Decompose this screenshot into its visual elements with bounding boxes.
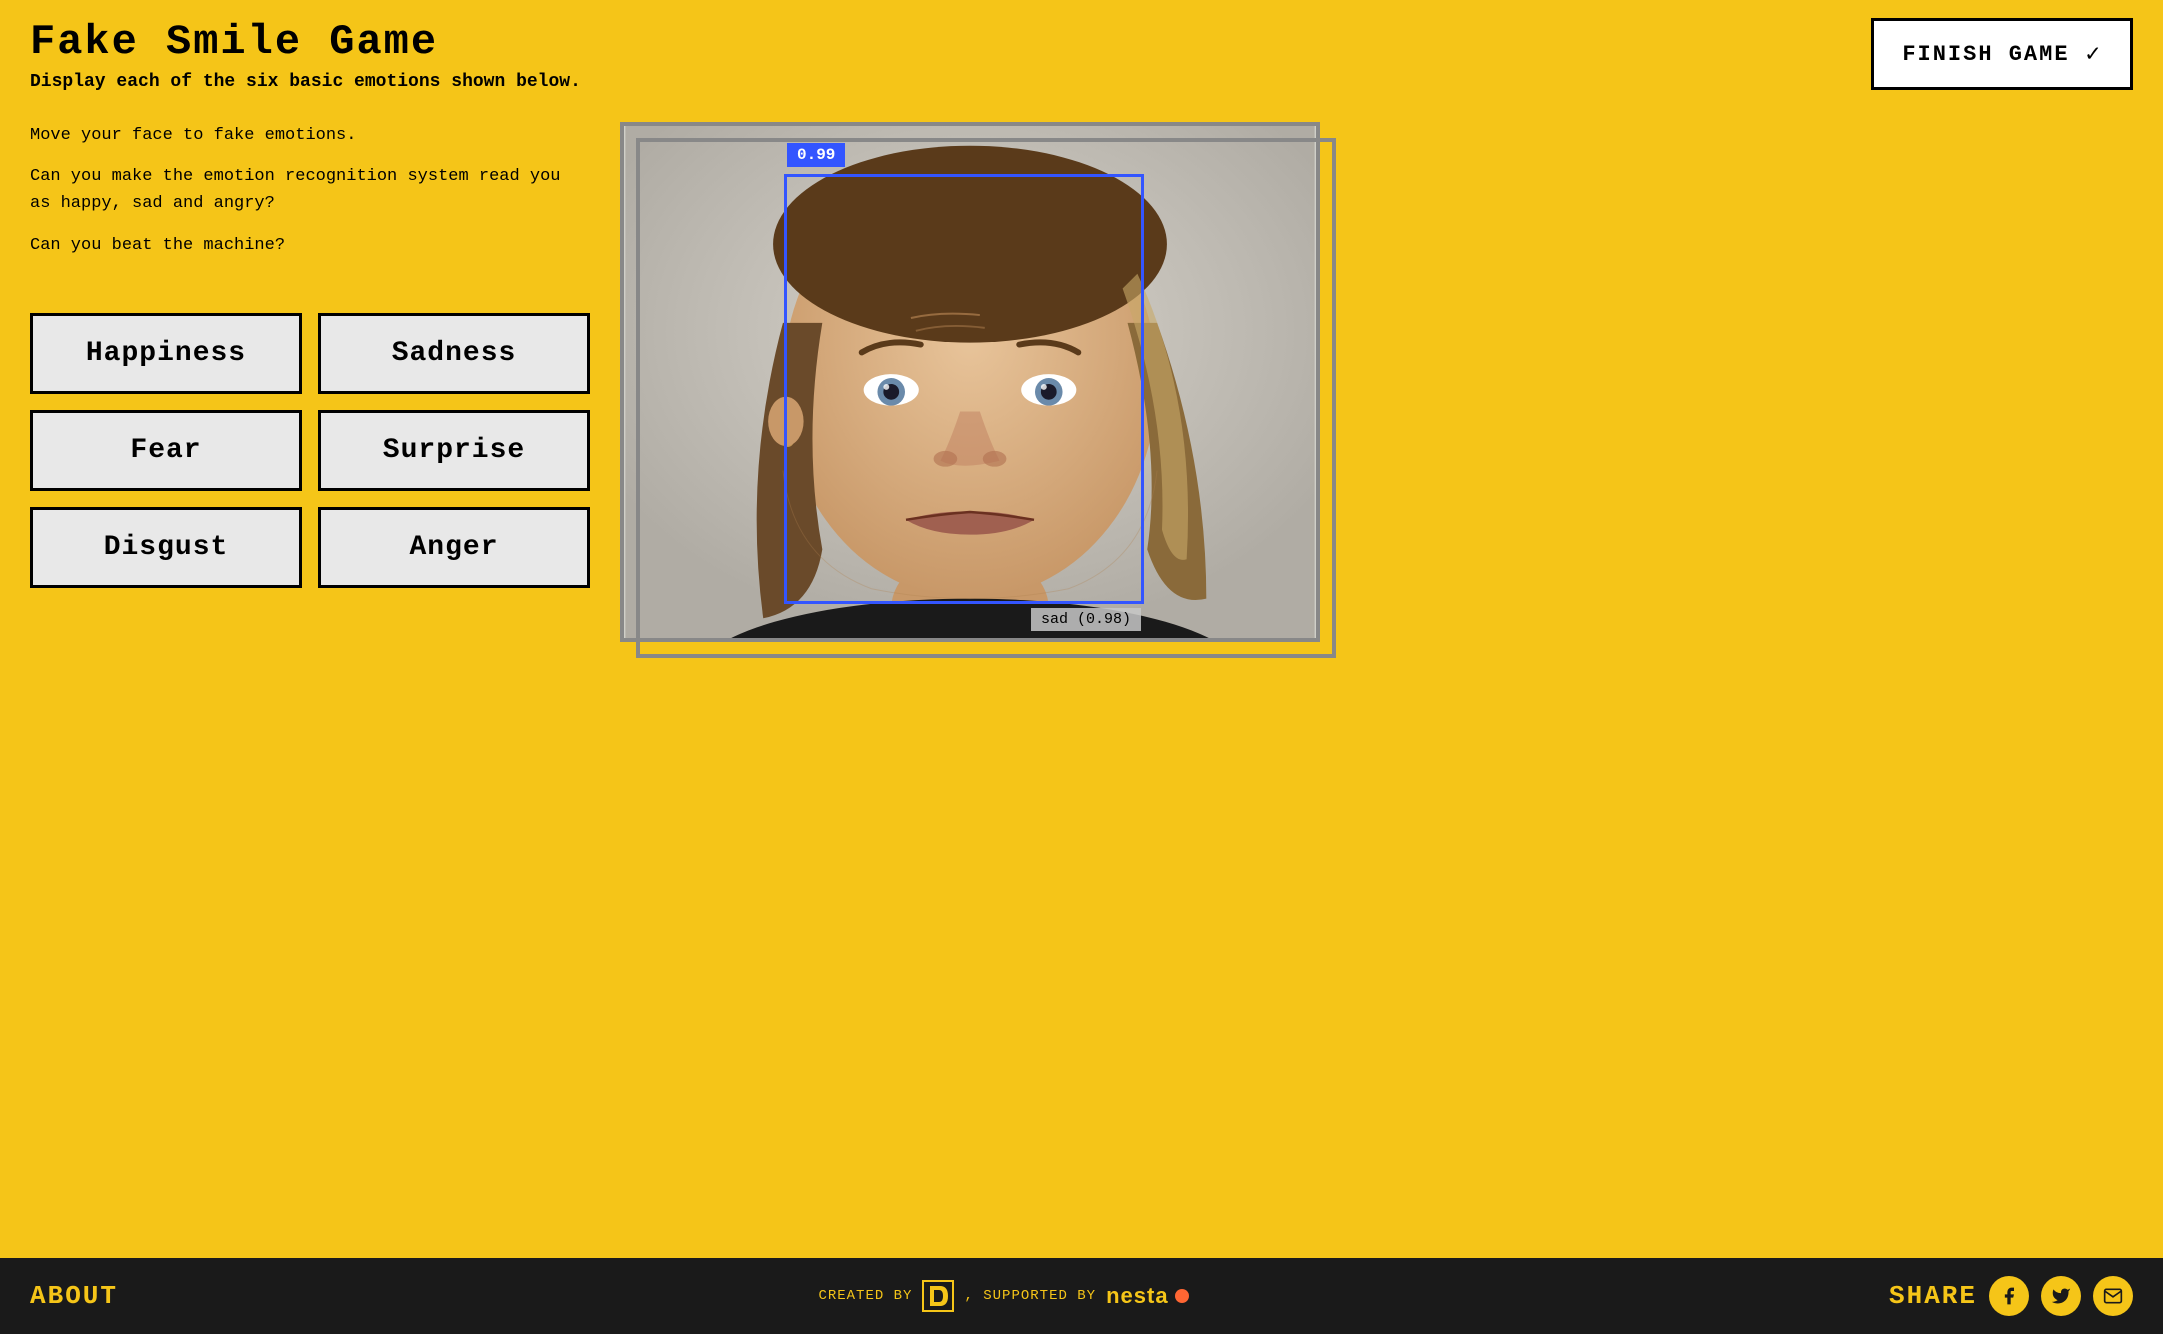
- nesta-logo: nesta: [1106, 1283, 1188, 1309]
- video-container: 0.99 sad (0.98): [620, 122, 1320, 642]
- emotion-button-anger[interactable]: Anger: [318, 507, 590, 588]
- finish-button-label: FINISH GAME: [1902, 42, 2069, 67]
- detection-score: 0.99: [787, 143, 845, 167]
- emotion-button-happiness[interactable]: Happiness: [30, 313, 302, 394]
- detection-label: sad (0.98): [1031, 608, 1141, 631]
- emotion-button-disgust[interactable]: Disgust: [30, 507, 302, 588]
- page-subtitle: Display each of the six basic emotions s…: [30, 72, 581, 92]
- email-share-button[interactable]: [2093, 1276, 2133, 1316]
- supported-by-text: , SUPPORTED BY: [964, 1288, 1096, 1304]
- left-panel: Move your face to fake emotions. Can you…: [30, 112, 590, 1248]
- header: Fake Smile Game Display each of the six …: [0, 0, 2163, 102]
- instruction-line2: Can you make the emotion recognition sys…: [30, 163, 590, 217]
- right-panel: 0.99 sad (0.98): [620, 112, 2133, 1248]
- emotion-button-fear[interactable]: Fear: [30, 410, 302, 491]
- emotion-button-sadness[interactable]: Sadness: [318, 313, 590, 394]
- twitter-share-button[interactable]: [2041, 1276, 2081, 1316]
- share-label: SHARE: [1889, 1281, 1977, 1311]
- footer-credits: CREATED BY , SUPPORTED BY nesta: [818, 1280, 1188, 1312]
- instruction-line1: Move your face to fake emotions.: [30, 122, 590, 149]
- face-detection-box: 0.99 sad (0.98): [784, 174, 1144, 604]
- created-by-text: CREATED BY: [818, 1288, 912, 1304]
- finish-game-button[interactable]: FINISH GAME ✓: [1871, 18, 2133, 90]
- header-left: Fake Smile Game Display each of the six …: [30, 18, 581, 92]
- about-link[interactable]: ABOUT: [30, 1281, 118, 1311]
- instruction-line3: Can you beat the machine?: [30, 232, 590, 259]
- page-title: Fake Smile Game: [30, 18, 581, 66]
- emotion-grid: Happiness Sadness Fear Surprise Disgust …: [30, 313, 590, 588]
- creator-logo: [922, 1280, 954, 1312]
- footer: ABOUT CREATED BY , SUPPORTED BY nesta SH…: [0, 1258, 2163, 1334]
- video-wrapper: 0.99 sad (0.98): [620, 122, 1320, 642]
- checkmark-icon: ✓: [2086, 39, 2102, 69]
- facebook-share-button[interactable]: [1989, 1276, 2029, 1316]
- footer-share: SHARE: [1889, 1276, 2133, 1316]
- main-content: Move your face to fake emotions. Can you…: [0, 102, 2163, 1258]
- emotion-button-surprise[interactable]: Surprise: [318, 410, 590, 491]
- instructions-text: Move your face to fake emotions. Can you…: [30, 122, 590, 273]
